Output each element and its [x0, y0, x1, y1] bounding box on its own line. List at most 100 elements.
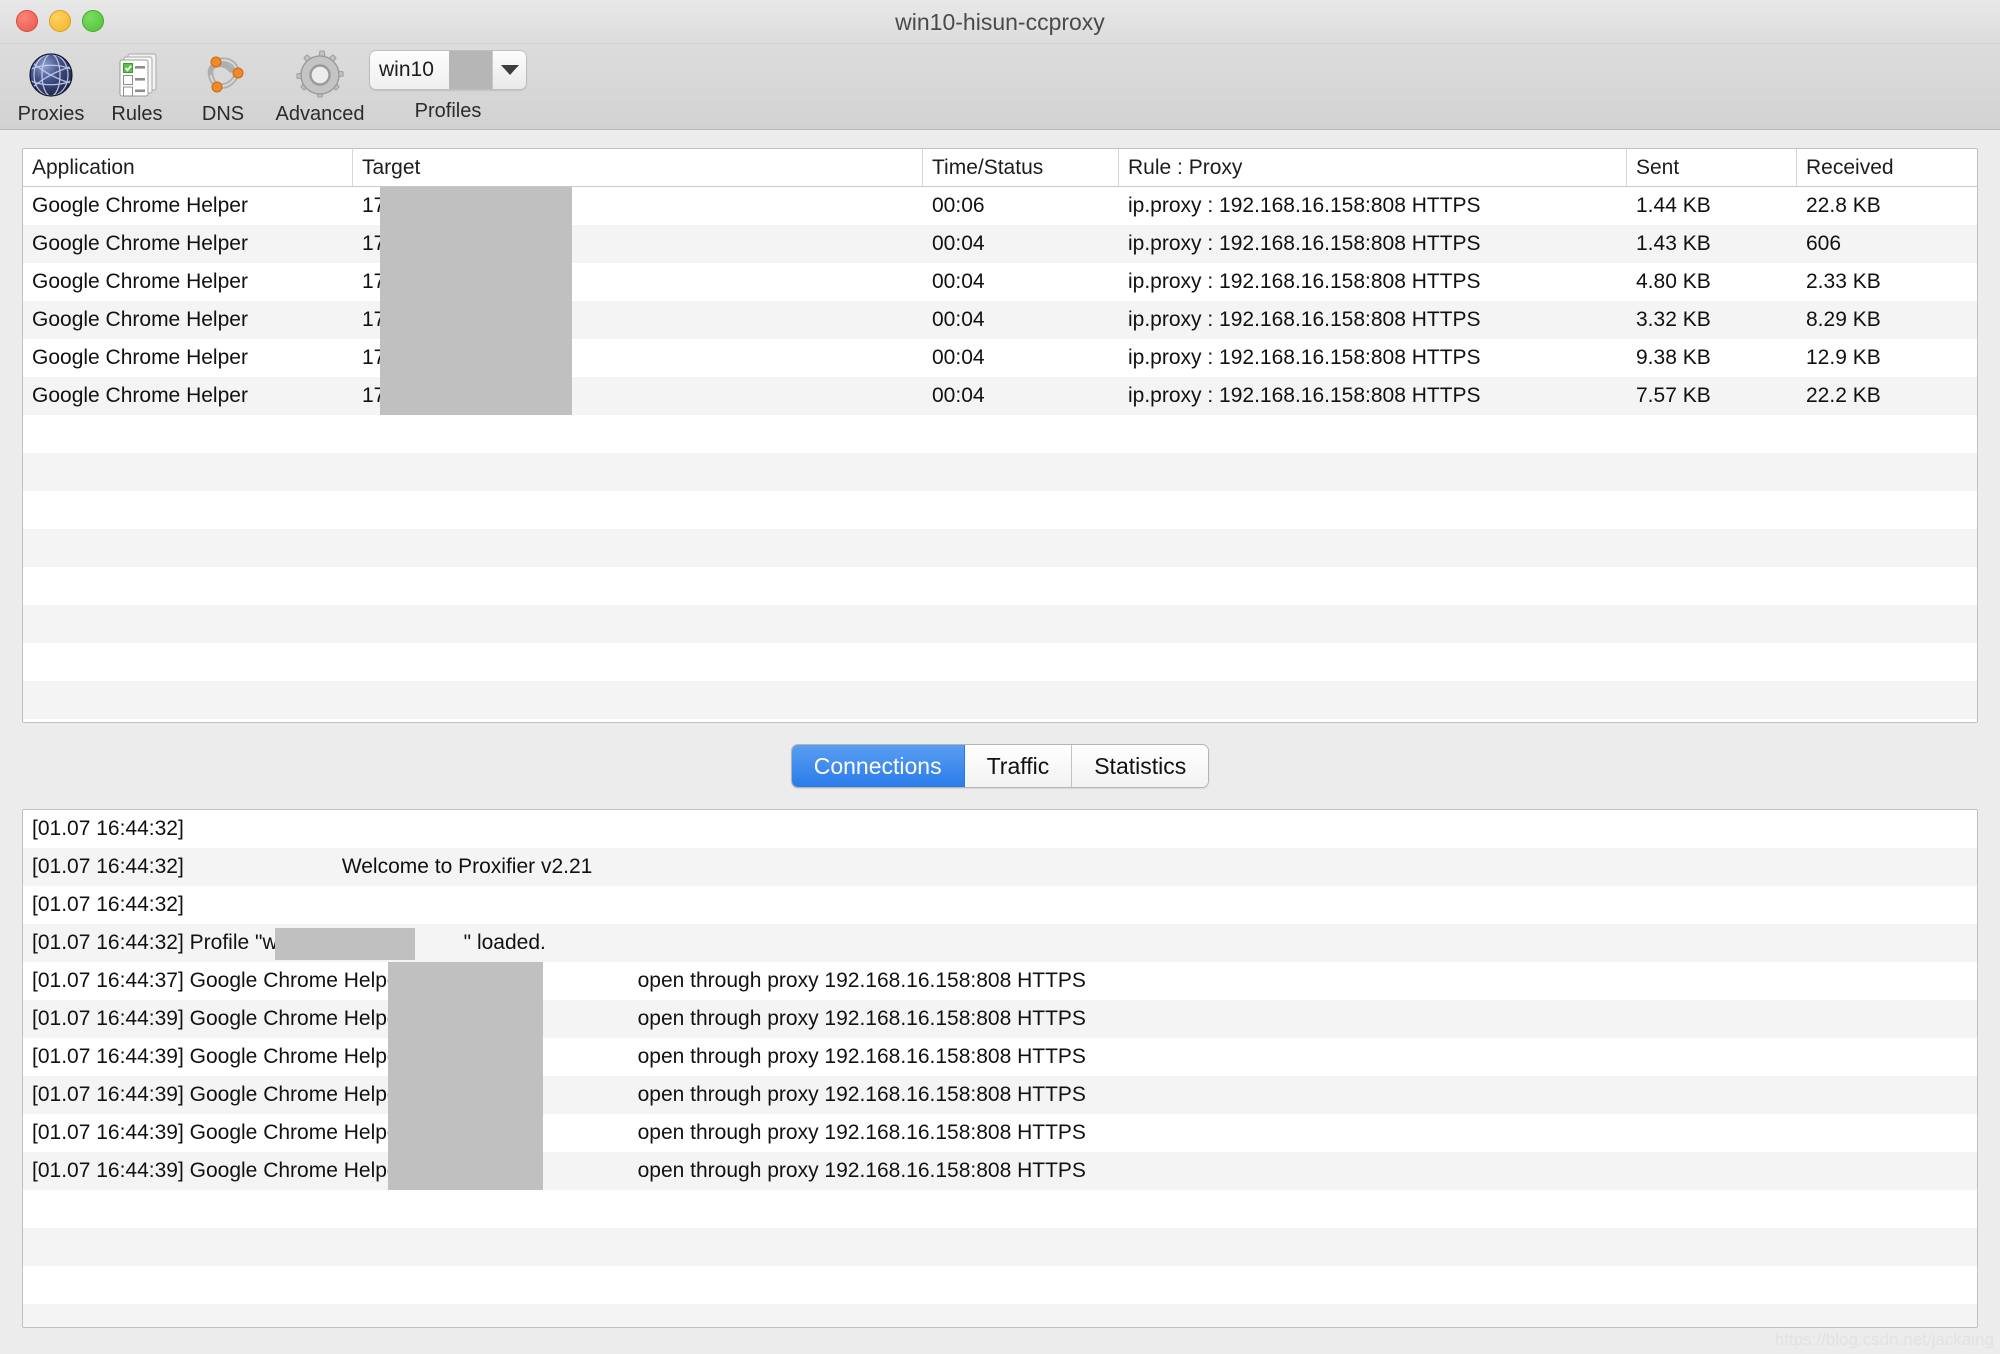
- log-timestamp: [01.07 16:44:32]: [32, 855, 184, 878]
- log-timestamp: [01.07 16:44:32]: [32, 817, 184, 840]
- cell-received: 22.8 KB: [1797, 194, 1975, 218]
- cell-sent: 3.32 KB: [1627, 308, 1797, 332]
- log-message: open through proxy 192.168.16.158:808 HT…: [638, 1045, 1086, 1068]
- profile-dropdown[interactable]: win10: [369, 50, 527, 90]
- tab-group: ConnectionsTrafficStatistics: [791, 744, 1210, 788]
- cell-rule-proxy: ip.proxy : 192.168.16.158:808 HTTPS: [1119, 232, 1627, 256]
- cell-received: 606: [1797, 232, 1975, 256]
- cell-rule-proxy: ip.proxy : 192.168.16.158:808 HTTPS: [1119, 384, 1627, 408]
- log-line-empty: [23, 1228, 1977, 1266]
- cell-sent: 4.80 KB: [1627, 270, 1797, 294]
- cell-sent: 7.57 KB: [1627, 384, 1797, 408]
- cell-sent: 1.43 KB: [1627, 232, 1797, 256]
- log-message: " loaded.: [464, 931, 546, 954]
- cell-rule-proxy: ip.proxy : 192.168.16.158:808 HTTPS: [1119, 194, 1627, 218]
- log-message: open through proxy 192.168.16.158:808 HT…: [638, 1007, 1086, 1030]
- cell-time-status: 00:04: [923, 346, 1119, 370]
- network-nodes-icon: [195, 46, 251, 102]
- toolbar-item-proxies[interactable]: Proxies: [8, 44, 94, 126]
- log-message: open through proxy 192.168.16.158:808 HT…: [638, 1121, 1086, 1144]
- cell-sent: 1.44 KB: [1627, 194, 1797, 218]
- tab-bar: ConnectionsTrafficStatistics: [22, 723, 1978, 809]
- log-message: open through proxy 192.168.16.158:808 HT…: [638, 1083, 1086, 1106]
- log-line: [01.07 16:44:37] Google Chrome Helper - …: [23, 962, 1977, 1000]
- log-message: open through proxy 192.168.16.158:808 HT…: [638, 1159, 1086, 1182]
- log-line: [01.07 16:44:39] Google Chrome Helper - …: [23, 1076, 1977, 1114]
- cell-application: Google Chrome Helper: [23, 346, 353, 370]
- toolbar-item-advanced-label: Advanced: [276, 103, 365, 126]
- log-message: Welcome to Proxifier v2.21: [342, 855, 593, 878]
- title-bar: win10-hisun-ccproxy: [0, 0, 2000, 44]
- log-line: [01.07 16:44:39] Google Chrome Helper - …: [23, 1000, 1977, 1038]
- log-timestamp: [01.07 16:44:39]: [32, 1083, 184, 1106]
- toolbar-item-dns[interactable]: DNS: [180, 44, 266, 126]
- toolbar-item-proxies-label: Proxies: [18, 103, 85, 126]
- table-row-empty: [23, 605, 1977, 643]
- profiles-group: win10 Profiles: [368, 50, 528, 123]
- table-row-empty: [23, 415, 1977, 453]
- log-line-empty: [23, 1304, 1977, 1328]
- watermark: https://blog.csdn.net/jackaing: [1775, 1330, 1994, 1350]
- log-profile-redaction: [275, 928, 415, 960]
- table-row[interactable]: Google Chrome Helper1700:04ip.proxy : 19…: [23, 339, 1977, 377]
- table-row[interactable]: Google Chrome Helper1700:04ip.proxy : 19…: [23, 263, 1977, 301]
- cell-time-status: 00:04: [923, 270, 1119, 294]
- toolbar-item-dns-label: DNS: [202, 103, 244, 126]
- column-header-sent[interactable]: Sent: [1627, 149, 1797, 186]
- cell-received: 22.2 KB: [1797, 384, 1975, 408]
- cell-application: Google Chrome Helper: [23, 194, 353, 218]
- table-row[interactable]: Google Chrome Helper1700:04ip.proxy : 19…: [23, 377, 1977, 415]
- tab-connections[interactable]: Connections: [792, 745, 965, 787]
- table-row[interactable]: Google Chrome Helper1700:04ip.proxy : 19…: [23, 225, 1977, 263]
- table-row-empty: [23, 567, 1977, 605]
- log-panel[interactable]: [01.07 16:44:32] [01.07 16:44:32] Welcome …: [22, 809, 1978, 1328]
- profiles-label: Profiles: [415, 100, 482, 123]
- log-timestamp: [01.07 16:44:39]: [32, 1045, 184, 1068]
- log-line: [01.07 16:44:32] Welcome to Proxifier v2.…: [23, 848, 1977, 886]
- cell-application: Google Chrome Helper: [23, 232, 353, 256]
- log-line-empty: [23, 1190, 1977, 1228]
- log-timestamp: [01.07 16:44:32]: [32, 893, 184, 916]
- toolbar-item-rules-label: Rules: [111, 103, 162, 126]
- window-title: win10-hisun-ccproxy: [0, 0, 2000, 44]
- cell-received: 8.29 KB: [1797, 308, 1975, 332]
- target-redaction: [380, 187, 572, 415]
- table-row-empty: [23, 643, 1977, 681]
- log-timestamp: [01.07 16:44:39]: [32, 1159, 184, 1182]
- log-timestamp: [01.07 16:44:32]: [32, 931, 184, 954]
- cell-rule-proxy: ip.proxy : 192.168.16.158:808 HTTPS: [1119, 346, 1627, 370]
- gear-icon: [292, 46, 348, 102]
- tab-traffic[interactable]: Traffic: [965, 745, 1073, 787]
- column-header-application[interactable]: Application: [23, 149, 353, 186]
- table-row[interactable]: Google Chrome Helper1700:06ip.proxy : 19…: [23, 187, 1977, 225]
- column-header-time-status[interactable]: Time/Status: [923, 149, 1119, 186]
- globe-icon: [23, 46, 79, 102]
- log-message: open through proxy 192.168.16.158:808 HT…: [638, 969, 1086, 992]
- table-row[interactable]: Google Chrome Helper1700:04ip.proxy : 19…: [23, 301, 1977, 339]
- log-line: [01.07 16:44:32] Profile "win1" loaded.: [23, 924, 1977, 962]
- checklist-icon: [109, 46, 165, 102]
- log-redaction: [388, 962, 543, 1190]
- cell-time-status: 00:06: [923, 194, 1119, 218]
- chevron-down-icon[interactable]: [492, 51, 526, 89]
- tab-statistics[interactable]: Statistics: [1072, 745, 1208, 787]
- table-row-empty: [23, 453, 1977, 491]
- cell-application: Google Chrome Helper: [23, 270, 353, 294]
- proxifier-window: win10-hisun-ccproxy: [0, 0, 2000, 1354]
- column-header-received[interactable]: Received: [1797, 149, 1975, 186]
- column-header-target[interactable]: Target: [353, 149, 923, 186]
- toolbar-items: Proxies: [8, 44, 374, 126]
- table-row-empty: [23, 719, 1977, 723]
- log-timestamp: [01.07 16:44:39]: [32, 1121, 184, 1144]
- column-header-rule-proxy[interactable]: Rule : Proxy: [1119, 149, 1627, 186]
- log-line: [01.07 16:44:39] Google Chrome Helper - …: [23, 1038, 1977, 1076]
- log-line-empty: [23, 1266, 1977, 1304]
- table-row-empty: [23, 529, 1977, 567]
- log-timestamp: [01.07 16:44:37]: [32, 969, 184, 992]
- toolbar-item-rules[interactable]: Rules: [94, 44, 180, 126]
- log-line: [01.07 16:44:32]: [23, 886, 1977, 924]
- cell-received: 12.9 KB: [1797, 346, 1975, 370]
- log-line: [01.07 16:44:39] Google Chrome Helper - …: [23, 1152, 1977, 1190]
- toolbar-item-advanced[interactable]: Advanced: [266, 44, 374, 126]
- cell-time-status: 00:04: [923, 232, 1119, 256]
